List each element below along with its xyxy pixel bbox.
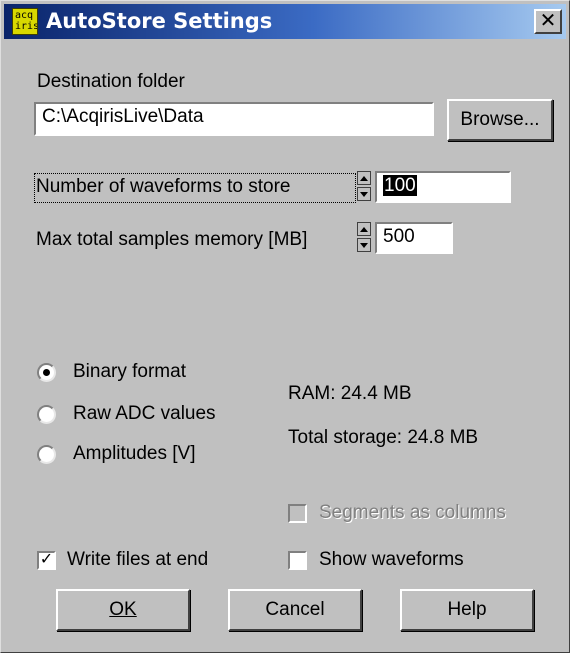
acqiris-app-icon: acq iris [12,8,38,35]
binary-format-label[interactable]: Binary format [73,361,186,383]
raw-adc-values-label[interactable]: Raw ADC values [73,403,216,425]
spinner-down-arrow-icon[interactable] [357,238,371,252]
destination-folder-input[interactable]: C:\AcqirisLive\Data [34,102,434,136]
app-icon-text-bottom: iris [15,21,38,32]
amplitudes-label[interactable]: Amplitudes [V] [73,443,196,465]
help-button[interactable]: Help [400,589,534,631]
write-files-at-end-label[interactable]: Write files at end [67,549,208,571]
show-waveforms-label[interactable]: Show waveforms [319,549,464,571]
app-icon-text-top: acq [15,10,34,21]
max-memory-spinner[interactable] [357,222,371,252]
radio-amplitudes[interactable] [37,445,56,464]
ok-button[interactable]: OK [56,589,190,631]
spinner-up-arrow-icon[interactable] [357,222,371,236]
max-memory-label: Max total samples memory [MB] [36,229,308,250]
waveforms-count-label: Number of waveforms to store [36,176,291,197]
autostore-settings-dialog: acq iris AutoStore Settings ✕ Destinatio… [0,0,570,653]
waveforms-count-spinner[interactable] [357,171,371,201]
segments-as-columns-label: Segments as columns [319,502,506,523]
show-waveforms-checkbox[interactable] [288,551,307,570]
cancel-button[interactable]: Cancel [228,589,362,631]
waveforms-count-value: 100 [383,175,417,196]
radio-binary-format[interactable] [37,363,56,382]
max-memory-input[interactable]: 500 [375,222,453,254]
total-storage-readout: Total storage: 24.8 MB [288,427,479,448]
close-icon[interactable]: ✕ [534,9,562,34]
spinner-up-arrow-icon[interactable] [357,171,371,185]
waveforms-count-input[interactable]: 100 [375,171,511,203]
radio-raw-adc-values[interactable] [37,405,56,424]
title-bar[interactable]: acq iris AutoStore Settings ✕ [4,4,566,39]
segments-as-columns-checkbox[interactable] [288,504,307,523]
spinner-down-arrow-icon[interactable] [357,187,371,201]
destination-folder-label: Destination folder [37,71,185,92]
ok-button-label: OK [109,599,137,620]
write-files-at-end-checkbox[interactable]: ✓ [37,551,56,570]
ram-readout: RAM: 24.4 MB [288,383,412,404]
window-title: AutoStore Settings [46,9,273,33]
browse-button[interactable]: Browse... [447,99,553,141]
